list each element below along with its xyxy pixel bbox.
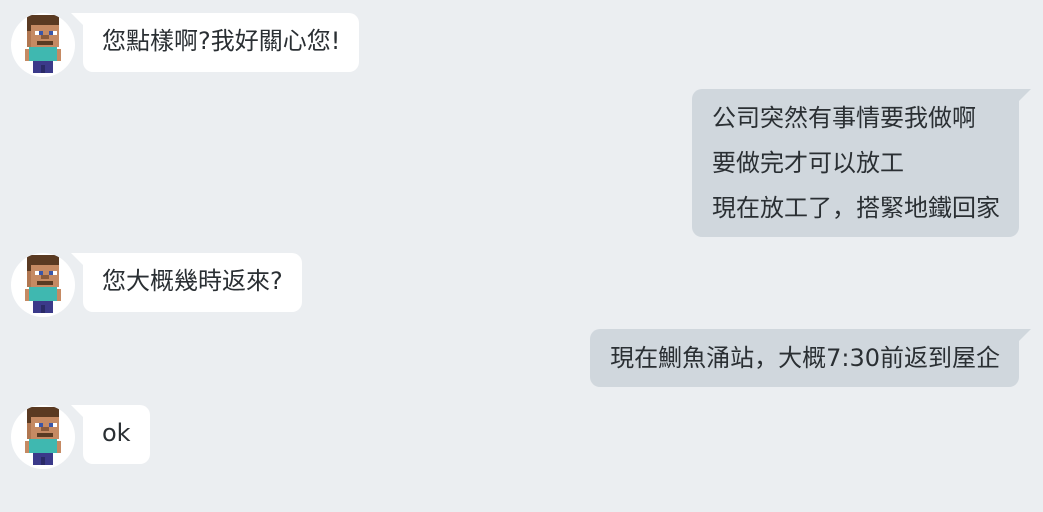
message-bubble-incoming[interactable]: 您大概幾時返來?	[71, 253, 302, 312]
chat-thread: 您點樣啊?我好關心您! 公司突然有事情要我做啊 要做完才可以放工 現在放工了，搭…	[0, 0, 1043, 512]
message-text: 您點樣啊?我好關心您!	[102, 27, 341, 55]
message-text: 公司突然有事情要我做啊	[712, 104, 976, 132]
message-text: 現在鰂魚涌站，大概7:30前返到屋企	[610, 344, 1000, 372]
steve-avatar-icon	[25, 15, 61, 73]
message-text: ok	[102, 419, 131, 447]
steve-avatar-icon	[25, 407, 61, 465]
avatar[interactable]	[11, 253, 75, 317]
avatar[interactable]	[11, 405, 75, 469]
message-bubble-incoming[interactable]: ok	[71, 405, 150, 464]
message-bubble-outgoing[interactable]: 公司突然有事情要我做啊 要做完才可以放工 現在放工了，搭緊地鐵回家	[692, 89, 1031, 237]
message-text: 現在放工了，搭緊地鐵回家	[712, 194, 1000, 222]
message-bubble-outgoing[interactable]: 現在鰂魚涌站，大概7:30前返到屋企	[590, 329, 1031, 387]
message-bubble-incoming[interactable]: 您點樣啊?我好關心您!	[70, 13, 360, 72]
steve-avatar-icon	[25, 255, 61, 313]
avatar[interactable]	[11, 13, 75, 77]
message-text: 要做完才可以放工	[712, 149, 904, 177]
message-text: 您大概幾時返來?	[102, 267, 283, 295]
